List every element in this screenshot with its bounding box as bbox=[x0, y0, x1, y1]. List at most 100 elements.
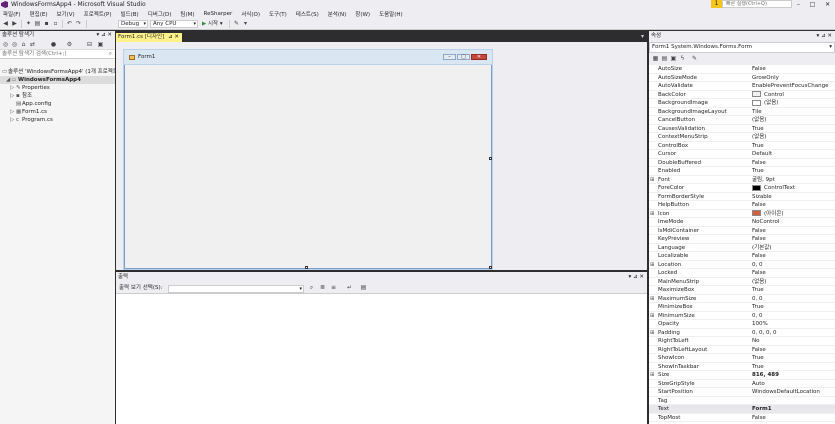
property-value[interactable]: (기본값) bbox=[752, 244, 835, 253]
redo-icon[interactable]: ↷ bbox=[75, 20, 82, 27]
property-row[interactable]: ⊞ MinimumSize 0, 0 bbox=[649, 312, 835, 321]
solution-platform-select[interactable]: Any CPU ▾ bbox=[150, 20, 198, 28]
clear-all-icon[interactable]: ≣ bbox=[319, 284, 326, 291]
property-row[interactable]: ShowInTaskbar True bbox=[649, 363, 835, 372]
close-button[interactable]: ✕ bbox=[825, 1, 830, 8]
property-value[interactable]: (아이콘) bbox=[752, 210, 835, 219]
tree-item-properties[interactable]: ▷ ✎Properties bbox=[10, 84, 50, 92]
property-value[interactable]: (없음) bbox=[752, 99, 835, 108]
property-value[interactable]: True bbox=[752, 354, 835, 363]
find-icon[interactable]: ⌕ bbox=[308, 284, 315, 291]
property-row[interactable]: SizeGripStyle Auto bbox=[649, 380, 835, 388]
property-value[interactable]: ControlText bbox=[752, 184, 835, 193]
property-row[interactable]: ForeColor ControlText bbox=[649, 184, 835, 193]
property-value[interactable]: NoControl bbox=[752, 218, 835, 227]
expand-icon[interactable]: ⊞ bbox=[650, 295, 655, 304]
tab-overflow-icon[interactable]: ▾ bbox=[641, 33, 644, 40]
property-value[interactable]: Control bbox=[752, 91, 835, 100]
resize-handle[interactable] bbox=[489, 157, 492, 160]
property-value[interactable]: True bbox=[752, 125, 835, 134]
property-value[interactable]: 100% bbox=[752, 320, 835, 329]
property-value[interactable]: Default bbox=[752, 150, 835, 159]
menu-item[interactable]: 편집(E) bbox=[30, 10, 48, 18]
property-value[interactable]: Sizable bbox=[752, 193, 835, 202]
resize-handle[interactable] bbox=[305, 266, 308, 269]
maximize-button[interactable]: □ bbox=[810, 1, 816, 8]
property-value[interactable]: False bbox=[752, 414, 835, 423]
property-row[interactable]: AutoSizeMode GrowOnly bbox=[649, 74, 835, 83]
undo-icon[interactable]: ↶ bbox=[66, 20, 73, 27]
property-row[interactable]: CancelButton (없음) bbox=[649, 116, 835, 125]
property-row[interactable]: Text Form1 bbox=[649, 405, 835, 414]
property-row[interactable]: MinimizeBox True bbox=[649, 303, 835, 312]
property-value[interactable]: False bbox=[752, 269, 835, 278]
property-row[interactable]: MainMenuStrip (없음) bbox=[649, 278, 835, 287]
properties-icon[interactable]: ▣ bbox=[97, 41, 104, 48]
property-row[interactable]: BackgroundImage (없음) bbox=[649, 99, 835, 108]
dropdown-icon[interactable]: ▾ bbox=[242, 20, 249, 27]
property-row[interactable]: DoubleBuffered False bbox=[649, 159, 835, 168]
property-value[interactable]: GrowOnly bbox=[752, 74, 835, 83]
properties-object-select[interactable]: Form1 System.Windows.Forms.Form ▾ bbox=[649, 42, 835, 53]
property-value[interactable]: EnablePreventFocusChange bbox=[752, 82, 835, 91]
sync-icon[interactable]: ⇄ bbox=[29, 41, 36, 48]
property-row[interactable]: RightToLeftLayout False bbox=[649, 346, 835, 354]
property-row[interactable]: Cursor Default bbox=[649, 150, 835, 159]
property-row[interactable]: BackColor Control bbox=[649, 91, 835, 100]
property-row[interactable]: RightToLeft No bbox=[649, 337, 835, 346]
property-row[interactable]: BackgroundImageLayout Tile bbox=[649, 108, 835, 117]
tree-item-app-config[interactable]: ▤App.config bbox=[16, 100, 51, 108]
collapse-icon[interactable]: ⊟ bbox=[86, 41, 93, 48]
property-value[interactable]: Form1 bbox=[752, 405, 835, 414]
start-debugging-button[interactable]: ▶ 시작 ▾ bbox=[202, 20, 223, 28]
property-row[interactable]: ContextMenuStrip (없음) bbox=[649, 133, 835, 142]
menu-item[interactable]: 테스트(S) bbox=[296, 10, 319, 18]
property-row[interactable]: StartPosition WindowsDefaultLocation bbox=[649, 388, 835, 397]
output-settings-icon[interactable]: ▤ bbox=[360, 284, 367, 291]
property-value[interactable]: False bbox=[752, 159, 835, 168]
notification-flag-icon[interactable]: 1 bbox=[711, 0, 722, 8]
solution-configuration-select[interactable]: Debug ▾ bbox=[118, 20, 148, 28]
property-value[interactable]: No bbox=[752, 337, 835, 346]
property-value[interactable]: Tile bbox=[752, 108, 835, 117]
pin-icon[interactable]: ▾ ⊿ ✕ bbox=[97, 31, 112, 40]
property-value[interactable]: False bbox=[752, 252, 835, 261]
property-row[interactable]: AutoSize False bbox=[649, 65, 835, 74]
menu-item[interactable]: 도구(T) bbox=[269, 10, 287, 18]
property-row[interactable]: ⊞ Size 816, 489 bbox=[649, 371, 835, 380]
property-value[interactable]: False bbox=[752, 201, 835, 210]
new-project-icon[interactable]: ✦ bbox=[25, 20, 32, 27]
expand-icon[interactable]: ⊞ bbox=[650, 210, 655, 219]
property-row[interactable]: ShowIcon True bbox=[649, 354, 835, 363]
menu-item[interactable]: ReSharper bbox=[204, 11, 233, 17]
property-value[interactable]: (없음) bbox=[752, 116, 835, 125]
property-value[interactable]: True bbox=[752, 363, 835, 372]
menu-item[interactable]: 분석(N) bbox=[328, 10, 347, 18]
property-row[interactable]: ⊞ Padding 0, 0, 0, 0 bbox=[649, 329, 835, 338]
settings-icon[interactable]: ⚙ bbox=[66, 41, 73, 48]
expand-icon[interactable]: ⊞ bbox=[650, 329, 655, 338]
forward-icon[interactable]: ◎ bbox=[11, 41, 18, 48]
property-value[interactable]: True bbox=[752, 286, 835, 295]
property-row[interactable]: ⊞ Icon (아이콘) bbox=[649, 210, 835, 219]
menu-item[interactable]: 보기(V) bbox=[56, 10, 74, 18]
pin-icon[interactable]: ▾ ⊿ ✕ bbox=[817, 31, 832, 42]
property-value[interactable]: (없음) bbox=[752, 133, 835, 142]
property-row[interactable]: ⊞ MaximumSize 0, 0 bbox=[649, 295, 835, 304]
property-row[interactable]: HelpButton False bbox=[649, 201, 835, 210]
open-file-icon[interactable]: ▤ bbox=[34, 20, 41, 27]
tree-item-form1[interactable]: ▷ ▦Form1.cs bbox=[10, 108, 47, 116]
property-row[interactable]: KeyPreview False bbox=[649, 235, 835, 244]
property-value[interactable]: (없음) bbox=[752, 278, 835, 287]
categorized-icon[interactable]: ▦ bbox=[652, 55, 659, 62]
expand-icon[interactable]: ⊞ bbox=[650, 312, 655, 321]
property-row[interactable]: FormBorderStyle Sizable bbox=[649, 193, 835, 202]
property-value[interactable]: False bbox=[752, 235, 835, 244]
minimize-button[interactable]: – bbox=[797, 1, 800, 8]
tree-item-references[interactable]: ▷ ▪ 참조 bbox=[10, 92, 32, 100]
menu-item[interactable]: 팀(M) bbox=[180, 10, 194, 18]
property-row[interactable]: TopMost False bbox=[649, 414, 835, 423]
home-icon[interactable]: ⌂ bbox=[20, 41, 27, 48]
form1-window[interactable] bbox=[124, 50, 492, 269]
property-value[interactable]: True bbox=[752, 142, 835, 151]
